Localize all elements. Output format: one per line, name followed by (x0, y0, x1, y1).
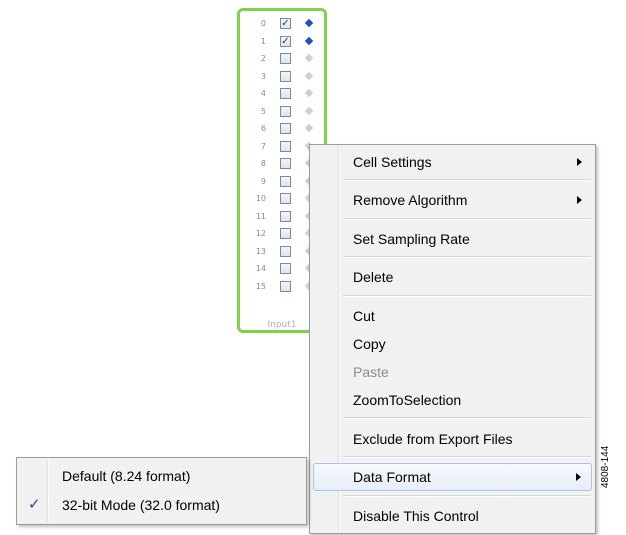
input-pin-row: 1 ✓ (240, 35, 320, 49)
menu-item-label: ZoomToSelection (353, 392, 462, 408)
menu-item-label: Set Sampling Rate (353, 231, 470, 247)
data-format-submenu: Default (8.24 format) ✓ 32-bit Mode (32.… (16, 457, 307, 525)
pin-checkbox[interactable] (280, 88, 291, 99)
pin-checkbox[interactable] (280, 193, 291, 204)
pin-number: 1 (260, 36, 266, 46)
pin-checkbox[interactable]: ✓ (280, 35, 291, 47)
pin-checkbox[interactable] (280, 210, 291, 222)
pin-connector-icon[interactable] (304, 71, 314, 80)
menu-separator (343, 417, 591, 419)
pin-connector-icon[interactable] (304, 106, 314, 115)
input-pin-row: 9 (240, 175, 320, 189)
menu-item-label: Paste (353, 364, 389, 380)
menu-item-data-format[interactable]: Data Format (313, 463, 592, 491)
pin-checkbox[interactable] (280, 105, 291, 117)
menu-item-delete[interactable]: Delete (313, 263, 592, 291)
menu-item-copy[interactable]: Copy (313, 330, 592, 358)
pin-number: 2 (260, 54, 266, 63)
pin-connector-icon[interactable] (304, 18, 314, 28)
pin-checkbox[interactable] (280, 70, 291, 82)
menu-item-cell-settings[interactable]: Cell Settings (313, 148, 592, 176)
input-pin-row: 8 (240, 157, 320, 171)
menu-separator (343, 218, 591, 220)
pin-checkbox[interactable]: ✓ (280, 18, 291, 29)
menu-item-label: Cell Settings (353, 154, 432, 170)
pin-checkbox[interactable] (280, 245, 291, 257)
menu-separator (343, 295, 591, 297)
menu-item-label: Delete (353, 269, 394, 285)
menu-item-set-sampling-rate[interactable]: Set Sampling Rate (313, 225, 592, 253)
submenu-item-label: Default (8.24 format) (62, 468, 191, 484)
pin-number: 5 (260, 106, 266, 116)
pin-checkbox[interactable] (280, 123, 291, 134)
pin-checkbox[interactable] (280, 158, 291, 169)
pin-number: 15 (255, 281, 266, 291)
context-menu: Cell Settings Remove Algorithm Set Sampl… (309, 144, 596, 534)
menu-separator (343, 495, 591, 497)
menu-item-label: Remove Algorithm (353, 192, 468, 208)
input-pin-row: 11 (240, 210, 320, 224)
pin-number: 8 (260, 159, 266, 168)
menu-item-label: Exclude from Export Files (353, 431, 513, 447)
menu-item-label: Cut (353, 308, 375, 324)
pin-connector-icon[interactable] (304, 88, 314, 98)
pin-checkbox[interactable] (280, 175, 291, 187)
submenu-arrow-icon (577, 196, 582, 204)
input-pin-row: 2 (240, 52, 320, 66)
menu-item-zoom-to-selection[interactable]: ZoomToSelection (313, 386, 592, 414)
menu-item-paste: Paste (313, 358, 592, 386)
input-pin-row: 4 (240, 87, 320, 101)
submenu-arrow-icon (577, 158, 582, 166)
menu-item-label: Copy (353, 336, 386, 352)
input-pin-row: 3 (240, 70, 320, 84)
input-pin-row: 5 (240, 105, 320, 119)
pin-number: 13 (255, 246, 266, 256)
pin-connector-icon[interactable] (304, 123, 314, 133)
pin-number: 10 (255, 194, 266, 203)
pin-number: 4 (260, 89, 266, 98)
pin-checkbox[interactable] (280, 53, 291, 64)
pin-connector-icon[interactable] (304, 53, 314, 63)
pin-checkbox[interactable] (280, 263, 291, 274)
pin-number: 14 (255, 264, 266, 273)
pin-number: 0 (260, 19, 266, 28)
input-pin-row: 7 (240, 140, 320, 154)
input-pin-row: 13 (240, 245, 320, 259)
menu-item-exclude-from-export[interactable]: Exclude from Export Files (313, 425, 592, 453)
input-pin-row: 12 (240, 227, 320, 241)
input-pin-row: 14 (240, 262, 320, 276)
pin-number: 11 (255, 211, 266, 221)
menu-item-label: Data Format (353, 469, 431, 485)
menu-item-cut[interactable]: Cut (313, 302, 592, 330)
menu-separator (343, 256, 591, 258)
menu-item-label: Disable This Control (353, 508, 479, 524)
pin-checkbox[interactable] (280, 280, 291, 292)
menu-item-remove-algorithm[interactable]: Remove Algorithm (313, 186, 592, 214)
menu-item-disable-control[interactable]: Disable This Control (313, 502, 592, 530)
checkmark-icon: ✓ (28, 495, 41, 513)
pin-checkbox[interactable] (280, 140, 291, 152)
pin-number: 6 (260, 124, 266, 133)
submenu-arrow-icon (576, 473, 581, 481)
pin-number: 3 (260, 71, 266, 81)
pin-number: 12 (255, 229, 266, 238)
menu-separator (343, 179, 591, 181)
input-pin-row: 15 (240, 280, 320, 294)
submenu-item-label: 32-bit Mode (32.0 format) (62, 497, 220, 513)
pin-number: 7 (260, 141, 266, 151)
submenu-item-32bit-mode[interactable]: ✓ 32-bit Mode (32.0 format) (20, 491, 303, 519)
input-pin-row: 0 ✓ (240, 17, 320, 31)
pin-connector-icon[interactable] (304, 36, 314, 45)
input-pin-row: 6 (240, 122, 320, 136)
pin-checkbox[interactable] (280, 228, 291, 239)
submenu-item-default-format[interactable]: Default (8.24 format) (20, 462, 303, 490)
input-pin-row: 10 (240, 192, 320, 206)
pin-number: 9 (260, 176, 266, 186)
figure-code: 4808-144 (600, 445, 611, 488)
menu-separator (343, 456, 591, 458)
